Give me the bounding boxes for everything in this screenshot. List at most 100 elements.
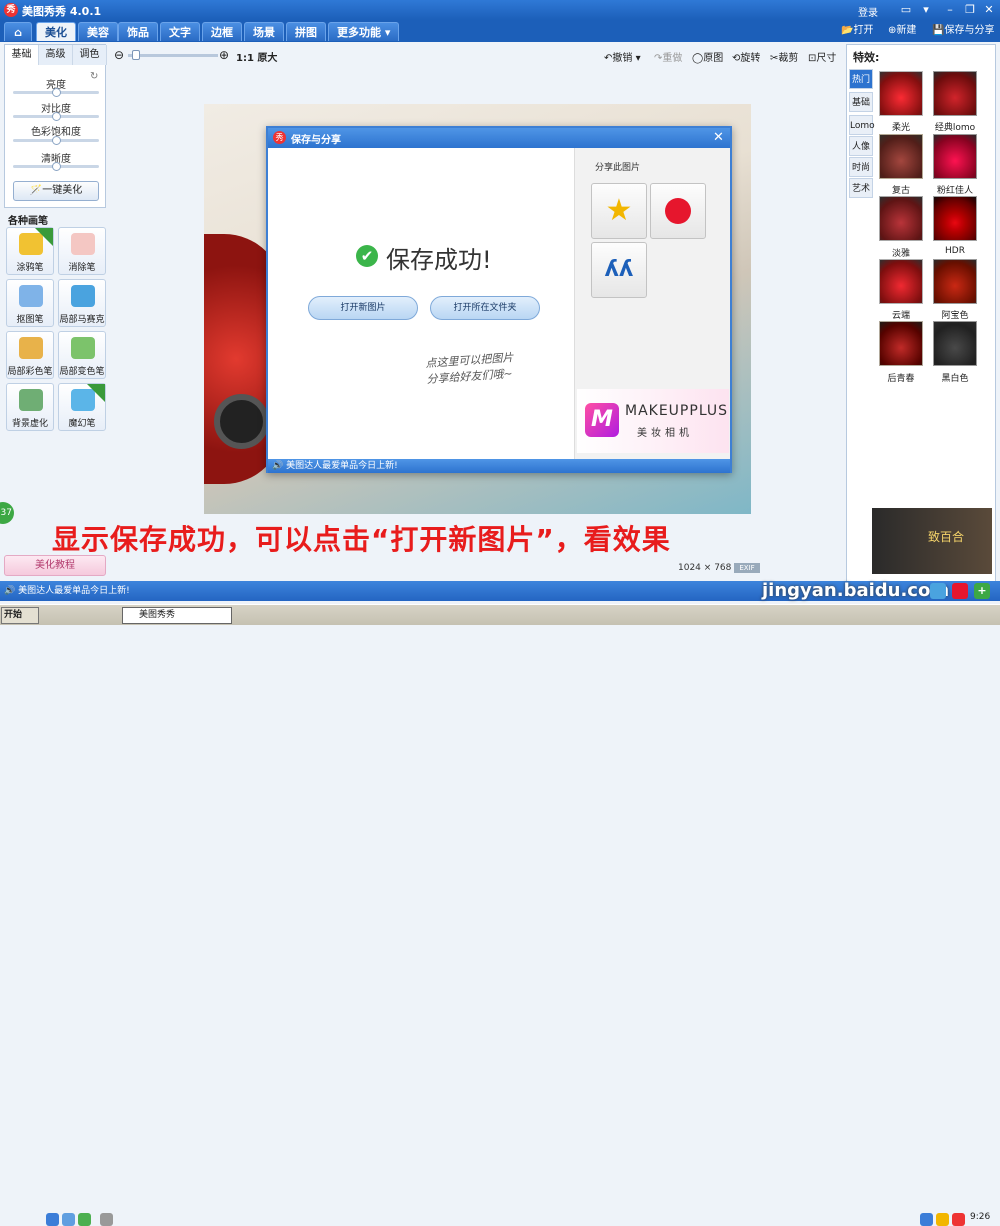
image-width: 1024 — [678, 563, 701, 573]
saturation-slider[interactable] — [13, 136, 99, 145]
network-icon[interactable] — [920, 1213, 933, 1226]
weibo-icon — [665, 198, 691, 224]
resize-button[interactable]: ⊡尺寸 — [808, 49, 836, 64]
tab-collage[interactable]: 拼图 — [286, 22, 326, 41]
brush-blur-background[interactable]: 背景虚化 — [6, 383, 54, 431]
ie-icon[interactable] — [46, 1213, 59, 1226]
brush-mosaic[interactable]: 局部马赛克 — [58, 279, 106, 327]
tab-accessory[interactable]: 饰品 — [118, 22, 158, 41]
brush-label: 局部彩色笔 — [7, 367, 53, 377]
effect-thumb-cloud[interactable] — [879, 259, 923, 304]
effect-thumb-black-white[interactable] — [933, 321, 977, 366]
effect-thumb-abao[interactable] — [933, 259, 977, 304]
browser-icon[interactable] — [62, 1213, 75, 1226]
tab-advanced[interactable]: 高级 — [39, 45, 73, 65]
brushes-title: 各种画笔 — [8, 216, 48, 227]
exif-button[interactable]: EXIF — [734, 563, 760, 573]
weibo-share-button[interactable] — [650, 183, 706, 239]
home-icon[interactable]: ⌂ — [4, 22, 32, 41]
effect-thumb-vintage[interactable] — [879, 134, 923, 179]
brightness-slider[interactable] — [13, 88, 99, 97]
one-click-label: 一键美化 — [42, 185, 83, 196]
sharpness-slider[interactable] — [13, 162, 99, 171]
makeupplus-ad[interactable]: M MAKEUPPLUS 美妆相机 — [577, 389, 729, 453]
tab-basic[interactable]: 基础 — [5, 45, 39, 65]
effect-thumb-classic-lomo[interactable] — [933, 71, 977, 116]
zoom-slider-knob[interactable] — [132, 50, 140, 60]
brush-doodle[interactable]: 涂鸦笔 — [6, 227, 54, 275]
effect-thumb-youth[interactable] — [879, 321, 923, 366]
effects-tab-art[interactable]: 艺术 — [849, 178, 873, 198]
brush-magic[interactable]: 魔幻笔 — [58, 383, 106, 431]
login-link[interactable]: 登录 — [858, 4, 878, 19]
effect-thumb-hdr[interactable] — [933, 196, 977, 241]
slider-knob[interactable] — [52, 162, 61, 171]
paintbrush-icon — [19, 337, 43, 359]
effects-tab-lomo[interactable]: Lomo — [849, 115, 875, 135]
add-icon[interactable]: + — [974, 583, 990, 599]
effect-thumb-pink-lady[interactable] — [933, 134, 977, 179]
brush-cutout[interactable]: 抠图笔 — [6, 279, 54, 327]
effect-label: 黑白色 — [941, 374, 969, 384]
tab-text[interactable]: 文字 — [160, 22, 200, 41]
app-quicklaunch-icon[interactable] — [78, 1213, 91, 1226]
tab-color[interactable]: 调色 — [73, 45, 107, 65]
times-sign: × — [703, 563, 712, 573]
original-size-label: 原大 — [257, 53, 278, 64]
tab-scene[interactable]: 场景 — [244, 22, 284, 41]
close-button[interactable]: ✕ — [981, 2, 997, 17]
watermark: jingyan.baidu.com — [762, 580, 950, 601]
tab-skin[interactable]: 美容 — [78, 22, 118, 41]
friends-icon[interactable] — [930, 583, 946, 599]
minimize-button[interactable]: – — [942, 2, 958, 17]
feedback-icon[interactable]: ▭ — [898, 2, 914, 17]
right-ad-banner[interactable]: 致百合 — [872, 508, 992, 574]
weibo-icon[interactable] — [952, 583, 968, 599]
brush-local-color[interactable]: 局部彩色笔 — [6, 331, 54, 379]
tray-icon[interactable] — [936, 1213, 949, 1226]
dropdown-icon[interactable] — [100, 1213, 113, 1226]
tab-more[interactable]: 更多功能 ▾ — [328, 22, 400, 41]
brush-eraser[interactable]: 消除笔 — [58, 227, 106, 275]
actual-size-button[interactable]: 1:1 原大 — [236, 49, 277, 64]
new-button[interactable]: ⊕新建 — [888, 23, 916, 39]
adjust-panel: 基础 高级 调色 ↻ 亮度 对比度 色彩饱和度 清晰度 🪄一键美化 — [4, 44, 107, 208]
effects-tab-fashion[interactable]: 时尚 — [849, 157, 873, 177]
renren-share-button[interactable]: ʎʎ — [591, 242, 647, 298]
maximize-button[interactable]: ❐ — [962, 2, 978, 17]
zoom-out-icon[interactable]: ⊖ — [114, 48, 124, 62]
menu-button[interactable]: ▾ — [918, 2, 934, 17]
rotate-button[interactable]: ⟲旋转 — [732, 49, 760, 64]
dialog-status-bar[interactable]: 🔊 美图达人最爱单品今日上新! — [268, 459, 730, 473]
zoom-in-icon[interactable]: ⊕ — [219, 48, 229, 62]
effects-tab-portrait[interactable]: 人像 — [849, 136, 873, 156]
open-button[interactable]: 📂打开 — [841, 23, 873, 39]
slider-knob[interactable] — [52, 112, 61, 121]
tutorial-button[interactable]: 美化教程 — [4, 555, 106, 576]
tab-frame[interactable]: 边框 — [202, 22, 242, 41]
tab-beautify[interactable]: 美化 — [36, 22, 76, 41]
effect-thumb-elegant[interactable] — [879, 196, 923, 241]
volume-icon[interactable] — [952, 1213, 965, 1226]
dialog-close-icon[interactable]: ✕ — [713, 130, 724, 145]
slider-knob[interactable] — [52, 88, 61, 97]
effects-tab-hot[interactable]: 热门 — [849, 69, 873, 89]
redo-button[interactable]: ↷重做 — [654, 49, 682, 64]
contrast-slider[interactable] — [13, 112, 99, 121]
one-click-beautify-button[interactable]: 🪄一键美化 — [13, 181, 99, 201]
side-badge[interactable]: 37 — [0, 502, 14, 524]
effects-tab-basic[interactable]: 基础 — [849, 92, 873, 112]
start-button[interactable]: 开始 — [1, 607, 39, 624]
star-share-button[interactable]: ★ — [591, 183, 647, 239]
taskbar-app[interactable]: 美图秀秀 — [122, 607, 232, 624]
original-button[interactable]: ◯原图 — [692, 49, 723, 64]
open-new-image-button[interactable]: 打开新图片 — [308, 296, 418, 320]
effect-thumb-soft-light[interactable] — [879, 71, 923, 116]
open-folder-button[interactable]: 打开所在文件夹 — [430, 296, 540, 320]
zoom-slider[interactable] — [128, 54, 218, 57]
crop-button[interactable]: ✂裁剪 — [770, 49, 798, 64]
undo-button[interactable]: ↶撤销 ▾ — [604, 49, 641, 64]
brush-recolor[interactable]: 局部变色笔 — [58, 331, 106, 379]
save-share-button[interactable]: 💾保存与分享 — [932, 23, 994, 39]
slider-knob[interactable] — [52, 136, 61, 145]
